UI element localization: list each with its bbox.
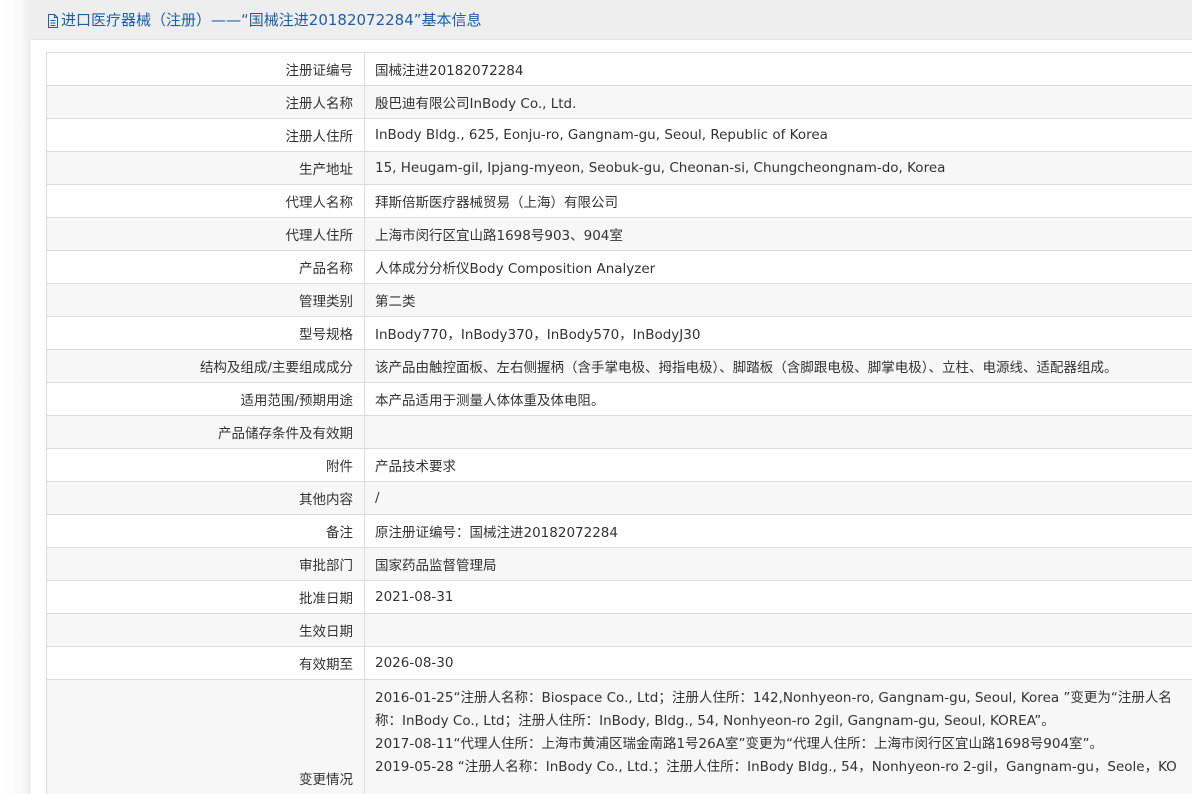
table-row: 代理人住所 上海市闵行区宜山路1698号903、904室 (46, 217, 1192, 251)
table-row: 产品储存条件及有效期 (46, 415, 1192, 449)
table-row: 代理人名称 拜斯倍斯医疗器械贸易（上海）有限公司 (46, 184, 1192, 218)
change-history-line: 称：InBody Co., Ltd；注册人住所：InBody, Bldg., 5… (375, 713, 1055, 729)
table-row: 有效期至 2026-08-30 (46, 646, 1192, 680)
field-label: 产品储存条件及有效期 (46, 415, 365, 449)
field-value: 15, Heugam-gil, Ipjang-myeon, Seobuk-gu,… (364, 151, 1192, 185)
field-value: 2021-08-31 (364, 580, 1192, 614)
table-row: 注册证编号 国械注进20182072284 (46, 52, 1192, 86)
field-label: 管理类别 (46, 283, 365, 317)
table-row: 批准日期 2021-08-31 (46, 580, 1192, 614)
field-value: 拜斯倍斯医疗器械贸易（上海）有限公司 (364, 184, 1192, 218)
field-value: 原注册证编号：国械注进20182072284 (364, 514, 1192, 548)
table-row: 审批部门 国家药品监督管理局 (46, 547, 1192, 581)
field-label: 注册人名称 (46, 85, 365, 119)
field-value: InBody Bldg., 625, Eonju-ro, Gangnam-gu,… (364, 118, 1192, 152)
field-value (364, 415, 1192, 449)
field-label: 生效日期 (46, 613, 365, 647)
field-value: 人体成分分析仪Body Composition Analyzer (364, 250, 1192, 284)
field-value: 本产品适用于测量人体体重及体电阻。 (364, 382, 1192, 416)
field-label: 生产地址 (46, 151, 365, 185)
field-value: / (364, 481, 1192, 515)
field-label: 代理人名称 (46, 184, 365, 218)
field-value: 产品技术要求 (364, 448, 1192, 482)
detail-panel: 进口医疗器械（注册）——“国械注进20182072284”基本信息 注册证编号国… (31, 0, 1192, 794)
field-label: 注册证编号 (46, 52, 365, 86)
table-row: 管理类别 第二类 (46, 283, 1192, 317)
table-row: 产品名称 人体成分分析仪Body Composition Analyzer (46, 250, 1192, 284)
field-label: 适用范围/预期用途 (46, 382, 365, 416)
table-row: 生产地址 15, Heugam-gil, Ipjang-myeon, Seobuk… (46, 151, 1192, 185)
title-bar: 进口医疗器械（注册）——“国械注进20182072284”基本信息 (31, 0, 1192, 40)
page-title: 进口医疗器械（注册）——“国械注进20182072284”基本信息 (61, 11, 482, 29)
field-label: 备注 (46, 514, 365, 548)
table-row-change-history: 变更情况 2016-01-25“注册人名称：Biospace Co., Ltd；注… (46, 679, 1192, 794)
field-label: 附件 (46, 448, 365, 482)
field-value: 第二类 (364, 283, 1192, 317)
change-history-line: 2017-08-11“代理人住所：上海市黄浦区瑞金南路1号26A室”变更为“代理… (375, 736, 1104, 752)
table-row: 适用范围/预期用途 本产品适用于测量人体体重及体电阻。 (46, 382, 1192, 416)
field-label: 代理人住所 (46, 217, 365, 251)
table-row: 型号规格 InBody770，InBody370，InBody570，InBody… (46, 316, 1192, 350)
field-value: 上海市闵行区宜山路1698号903、904室 (364, 217, 1192, 251)
field-label: 其他内容 (46, 481, 365, 515)
field-value: 殷巴迪有限公司InBody Co., Ltd. (364, 85, 1192, 119)
field-value (364, 613, 1192, 647)
field-label: 有效期至 (46, 646, 365, 680)
left-shadow (0, 0, 31, 794)
change-history-value: 2016-01-25“注册人名称：Biospace Co., Ltd；注册人住所… (364, 679, 1192, 794)
field-value: 2026-08-30 (364, 646, 1192, 680)
table-row: 其他内容 / (46, 481, 1192, 515)
field-value: 该产品由触控面板、左右侧握柄（含手掌电极、拇指电极）、脚踏板（含脚跟电极、脚掌电… (364, 349, 1192, 383)
change-history-line: 2016-01-25“注册人名称：Biospace Co., Ltd；注册人住所… (375, 690, 1172, 706)
table-row: 注册人住所 InBody Bldg., 625, Eonju-ro, Gangna… (46, 118, 1192, 152)
field-label: 变更情况 (46, 679, 365, 794)
field-label: 型号规格 (46, 316, 365, 350)
change-history-line: 2019-05-28 “注册人名称：InBody Co., Ltd.；注册人住所… (375, 759, 1177, 775)
info-table: 注册证编号 国械注进20182072284 注册人名称 殷巴迪有限公司InBody C… (46, 52, 1192, 794)
field-value: InBody770，InBody370，InBody570，InBodyJ30 (364, 316, 1192, 350)
table-row: 注册人名称 殷巴迪有限公司InBody Co., Ltd. (46, 85, 1192, 119)
page: 进口医疗器械（注册）——“国械注进20182072284”基本信息 注册证编号国… (0, 0, 1192, 794)
field-label: 结构及组成/主要组成成分 (46, 349, 365, 383)
field-label: 审批部门 (46, 547, 365, 581)
field-label: 注册人住所 (46, 118, 365, 152)
field-label: 批准日期 (46, 580, 365, 614)
document-icon (47, 13, 59, 28)
field-label: 产品名称 (46, 250, 365, 284)
field-value: 国械注进20182072284 (364, 52, 1192, 86)
table-row: 结构及组成/主要组成成分 该产品由触控面板、左右侧握柄（含手掌电极、拇指电极）、脚… (46, 349, 1192, 383)
table-row: 生效日期 (46, 613, 1192, 647)
field-value: 国家药品监督管理局 (364, 547, 1192, 581)
table-row: 附件 产品技术要求 (46, 448, 1192, 482)
table-row: 备注 原注册证编号：国械注进20182072284 (46, 514, 1192, 548)
